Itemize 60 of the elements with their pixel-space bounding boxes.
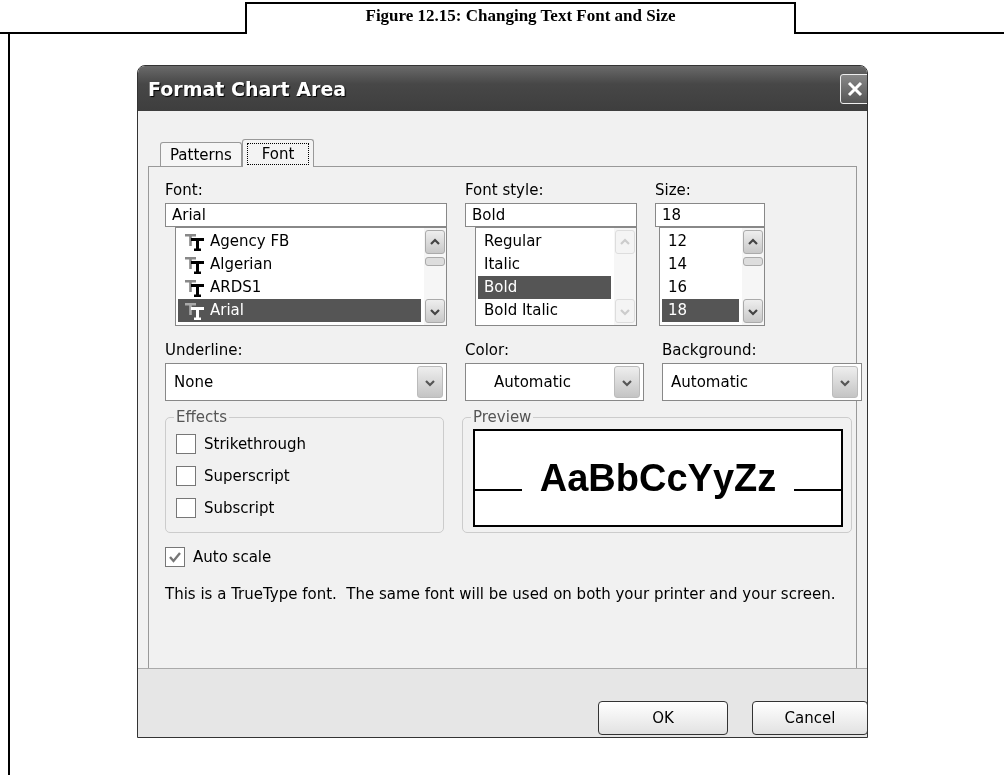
dropdown-button[interactable]	[832, 366, 858, 398]
field-label: Color:	[465, 341, 510, 360]
info-text: This is a TrueType font. The same font will be used on both your printer and your screen.	[165, 584, 837, 605]
field-label: Underline:	[165, 341, 244, 360]
figure-caption: Figure 12.15: Changing Text Font and Size	[245, 2, 796, 34]
list-item[interactable]: Italic	[478, 253, 611, 276]
checkbox[interactable]	[165, 547, 185, 567]
scroll-up-button[interactable]	[743, 230, 763, 254]
preview-text: AaBbCcYyZz	[538, 456, 778, 500]
list-item[interactable]: Algerian	[178, 253, 421, 276]
dialog-button[interactable]: OK	[598, 701, 728, 735]
scroll-down-button[interactable]	[743, 299, 763, 323]
dialog-button[interactable]: Cancel	[752, 701, 867, 735]
list-item[interactable]: Bold	[478, 276, 611, 299]
list-item[interactable]: Bold Italic	[478, 299, 611, 322]
field-label: Font:	[165, 181, 204, 200]
field-label: Font style:	[465, 181, 545, 200]
dropdown-button[interactable]	[417, 366, 443, 398]
checkbox-label: Subscript	[204, 499, 275, 517]
text-field[interactable]: Bold	[465, 203, 637, 227]
list-item[interactable]: 12	[662, 230, 739, 253]
truetype-icon	[184, 255, 206, 274]
list-box[interactable]: Agency FB Algerian ARDS1 Arial	[175, 227, 447, 326]
checkbox-label: Superscript	[204, 467, 290, 485]
checkbox[interactable]	[176, 434, 196, 454]
list-box[interactable]: 12 14 16 18	[659, 227, 765, 326]
text-field[interactable]: 18	[655, 203, 765, 227]
field-label: Size:	[655, 181, 692, 200]
dropdown[interactable]: Automatic	[662, 363, 862, 401]
dropdown-button[interactable]	[614, 366, 640, 398]
check-icon	[168, 550, 182, 564]
dropdown[interactable]: Automatic	[465, 363, 644, 401]
checkbox[interactable]	[176, 498, 196, 518]
scroll-down-button[interactable]	[425, 299, 445, 323]
window-title: Format Chart Area	[148, 77, 347, 100]
scrollbar[interactable]	[424, 228, 446, 325]
list-item[interactable]: 18	[662, 299, 739, 322]
truetype-icon	[184, 232, 206, 251]
dropdown[interactable]: None	[165, 363, 447, 401]
list-item[interactable]: Arial	[178, 299, 421, 322]
list-item[interactable]: 16	[662, 276, 739, 299]
field-label: Background:	[662, 341, 758, 360]
list-box[interactable]: Regular Italic Bold Bold Italic	[475, 227, 637, 326]
truetype-icon	[184, 301, 206, 320]
list-item[interactable]: 14	[662, 253, 739, 276]
list-item[interactable]: ARDS1	[178, 276, 421, 299]
list-item[interactable]: Agency FB	[178, 230, 421, 253]
close-button[interactable]	[840, 73, 867, 104]
checkbox-label: Strikethrough	[204, 435, 307, 453]
tab[interactable]: Font	[241, 139, 315, 167]
scroll-up-button[interactable]	[425, 230, 445, 254]
checkbox-label: Auto scale	[193, 548, 272, 566]
checkbox[interactable]	[176, 466, 196, 486]
tab[interactable]: Patterns	[160, 142, 242, 166]
scrollbar-thumb[interactable]	[743, 257, 763, 266]
scrollbar[interactable]	[742, 228, 764, 325]
truetype-icon	[184, 278, 206, 297]
list-item[interactable]: Regular	[478, 230, 611, 253]
text-field[interactable]: Arial	[165, 203, 447, 227]
scrollbar-thumb[interactable]	[425, 257, 445, 266]
